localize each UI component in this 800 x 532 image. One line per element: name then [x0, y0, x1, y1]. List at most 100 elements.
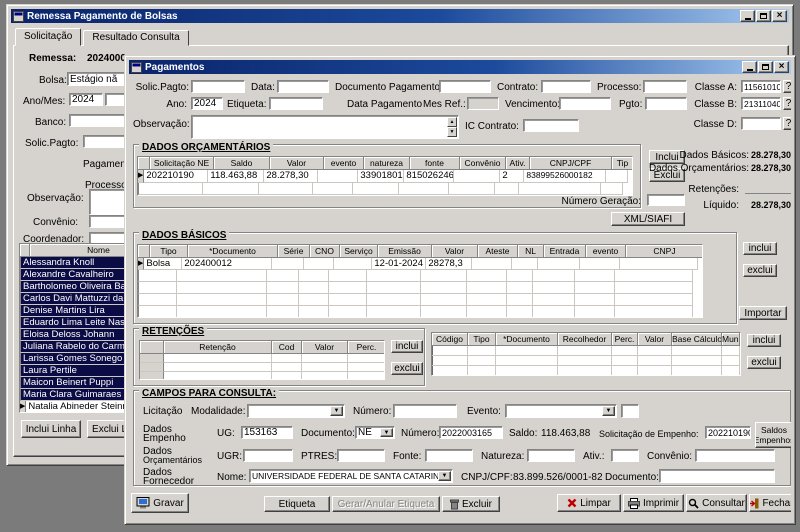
- col-header[interactable]: Munic: [722, 333, 740, 346]
- basicos-inclui-button[interactable]: inclui: [743, 242, 777, 255]
- col-header[interactable]: CNPJ/CPF: [530, 157, 612, 170]
- col-header[interactable]: Convênio: [460, 157, 506, 170]
- col-header[interactable]: Série: [278, 245, 310, 258]
- empty-row[interactable]: [138, 294, 702, 306]
- fornecedor-nome-select[interactable]: UNIVERSIDADE FEDERAL DE SANTA CATARINA▼: [249, 469, 453, 483]
- retencoes-inclui-button[interactable]: inclui: [391, 340, 423, 353]
- ugr-field[interactable]: [243, 449, 293, 462]
- col-header[interactable]: Entrada: [544, 245, 586, 258]
- empty-row[interactable]: [432, 366, 740, 376]
- col-header[interactable]: Retenção: [164, 341, 272, 354]
- classe-d-help-button[interactable]: ?: [783, 117, 791, 130]
- ic-contrato-field[interactable]: [523, 119, 579, 132]
- col-header[interactable]: Valor: [432, 245, 478, 258]
- col-header[interactable]: Saldo: [214, 157, 270, 170]
- observacao-textarea[interactable]: ▲ ▼: [191, 115, 459, 139]
- pgto-field[interactable]: [645, 97, 687, 110]
- natureza-field[interactable]: [527, 449, 575, 462]
- consultar-button[interactable]: Consultar: [686, 494, 747, 512]
- empty-row[interactable]: [138, 282, 702, 294]
- col-header[interactable]: Base Cálculo: [672, 333, 722, 346]
- data-field[interactable]: [277, 80, 329, 93]
- col-header[interactable]: Cod: [272, 341, 302, 354]
- close-button[interactable]: ×: [772, 10, 787, 22]
- col-header[interactable]: Tipo: [150, 245, 188, 258]
- scroll-down-icon[interactable]: ▼: [447, 127, 457, 137]
- col-header[interactable]: Emissão: [378, 245, 432, 258]
- retencoes-detalhe-inclui-button[interactable]: inclui: [747, 334, 781, 347]
- col-header[interactable]: Perc.: [612, 333, 638, 346]
- fechar-button[interactable]: Fechar: [749, 494, 791, 512]
- classe-b-help-button[interactable]: ?: [783, 97, 791, 110]
- empty-row[interactable]: [140, 363, 384, 372]
- modalidade-select[interactable]: ▼: [247, 404, 345, 418]
- convenio-field[interactable]: [695, 449, 775, 462]
- etiqueta-button[interactable]: Etiqueta: [264, 496, 330, 512]
- orcamentarios-grid[interactable]: Solicitação NE Saldo Valor evento nature…: [137, 156, 633, 196]
- fonte-field[interactable]: [425, 449, 473, 462]
- observacao-scrollbar[interactable]: ▲ ▼: [447, 117, 457, 137]
- importar-button[interactable]: Importar: [739, 306, 787, 320]
- ano-field[interactable]: 2024: [69, 93, 103, 106]
- col-header[interactable]: Perc.: [348, 341, 385, 354]
- documento-tipo-select[interactable]: NE▼: [355, 426, 395, 439]
- col-header[interactable]: evento: [324, 157, 364, 170]
- chevron-down-icon[interactable]: ▼: [438, 471, 451, 481]
- xml-siafi-button[interactable]: XML/SIAFI: [611, 212, 685, 226]
- ativ-field[interactable]: [611, 449, 639, 462]
- retencoes-detalhe-grid[interactable]: Código Tipo *Documento Recolhedor Perc. …: [431, 332, 741, 376]
- gravar-button[interactable]: Gravar: [131, 493, 189, 513]
- empty-row[interactable]: [432, 356, 740, 366]
- col-header[interactable]: CNPJ: [626, 245, 703, 258]
- solic-pagto-field[interactable]: [191, 80, 245, 93]
- retencoes-grid[interactable]: Retenção Cod Valor Perc.: [139, 340, 385, 380]
- col-header[interactable]: Valor: [270, 157, 324, 170]
- minimize-button[interactable]: [742, 61, 757, 73]
- empty-row[interactable]: [138, 183, 632, 195]
- gerar-anular-etiqueta-button[interactable]: Gerar/Anular Etiqueta: [332, 496, 440, 512]
- chevron-down-icon[interactable]: ▼: [602, 406, 615, 416]
- vencimento-field[interactable]: [559, 97, 611, 110]
- orcamentarios-row[interactable]: ▶ 202210190 118.463,88 28.278,30 3390180…: [138, 170, 632, 183]
- empty-row[interactable]: [140, 372, 384, 380]
- basicos-exclui-button[interactable]: exclui: [743, 264, 777, 277]
- etiqueta-field[interactable]: [269, 97, 323, 110]
- col-header[interactable]: CNO: [310, 245, 340, 258]
- col-header[interactable]: *Documento: [188, 245, 278, 258]
- col-header[interactable]: Ateste: [478, 245, 518, 258]
- limpar-button[interactable]: Limpar: [557, 494, 621, 512]
- col-header[interactable]: Solicitação NE: [150, 157, 214, 170]
- scroll-up-icon[interactable]: ▲: [447, 117, 457, 127]
- col-header[interactable]: Recolhedor: [558, 333, 612, 346]
- chevron-down-icon[interactable]: ▼: [380, 428, 393, 437]
- col-header[interactable]: evento: [586, 245, 626, 258]
- retencoes-exclui-button[interactable]: exclui: [391, 362, 423, 375]
- col-header[interactable]: Código: [432, 333, 468, 346]
- empty-row[interactable]: [138, 306, 702, 318]
- documento-pagamento-field[interactable]: [439, 80, 491, 93]
- basicos-grid[interactable]: Tipo *Documento Série CNO Serviço Emissã…: [137, 244, 703, 318]
- col-header[interactable]: NL: [518, 245, 544, 258]
- fornecedor-documento-field[interactable]: [659, 469, 775, 483]
- imprimir-button[interactable]: Imprimir: [623, 494, 684, 512]
- basicos-row[interactable]: ▶ Bolsa 202400012 12-01-2024 28278,3: [138, 258, 702, 270]
- maximize-button[interactable]: [756, 10, 771, 22]
- col-header[interactable]: Valor: [638, 333, 672, 346]
- excluir-button[interactable]: Excluir: [442, 496, 500, 512]
- classe-a-field[interactable]: 115610100: [741, 80, 781, 93]
- tab-resultado-consulta[interactable]: Resultado Consulta: [83, 30, 188, 46]
- col-header[interactable]: fonte: [410, 157, 460, 170]
- ptres-field[interactable]: [337, 449, 385, 462]
- ug-field[interactable]: 153163: [241, 426, 293, 439]
- saldos-empenhos-button[interactable]: Saldos Empenhos: [755, 422, 791, 448]
- empty-row[interactable]: [138, 270, 702, 282]
- evento-codigo-field[interactable]: [621, 404, 639, 418]
- tab-solicitacao[interactable]: Solicitação: [15, 28, 81, 46]
- classe-b-field[interactable]: 213110400: [741, 97, 781, 110]
- empty-row[interactable]: [140, 354, 384, 363]
- contrato-field[interactable]: [541, 80, 591, 93]
- col-header[interactable]: Valor: [302, 341, 348, 354]
- ano-field[interactable]: 2024: [191, 97, 223, 110]
- inclui-linha-button[interactable]: Inclui Linha: [21, 420, 81, 438]
- chevron-down-icon[interactable]: ▼: [330, 406, 343, 416]
